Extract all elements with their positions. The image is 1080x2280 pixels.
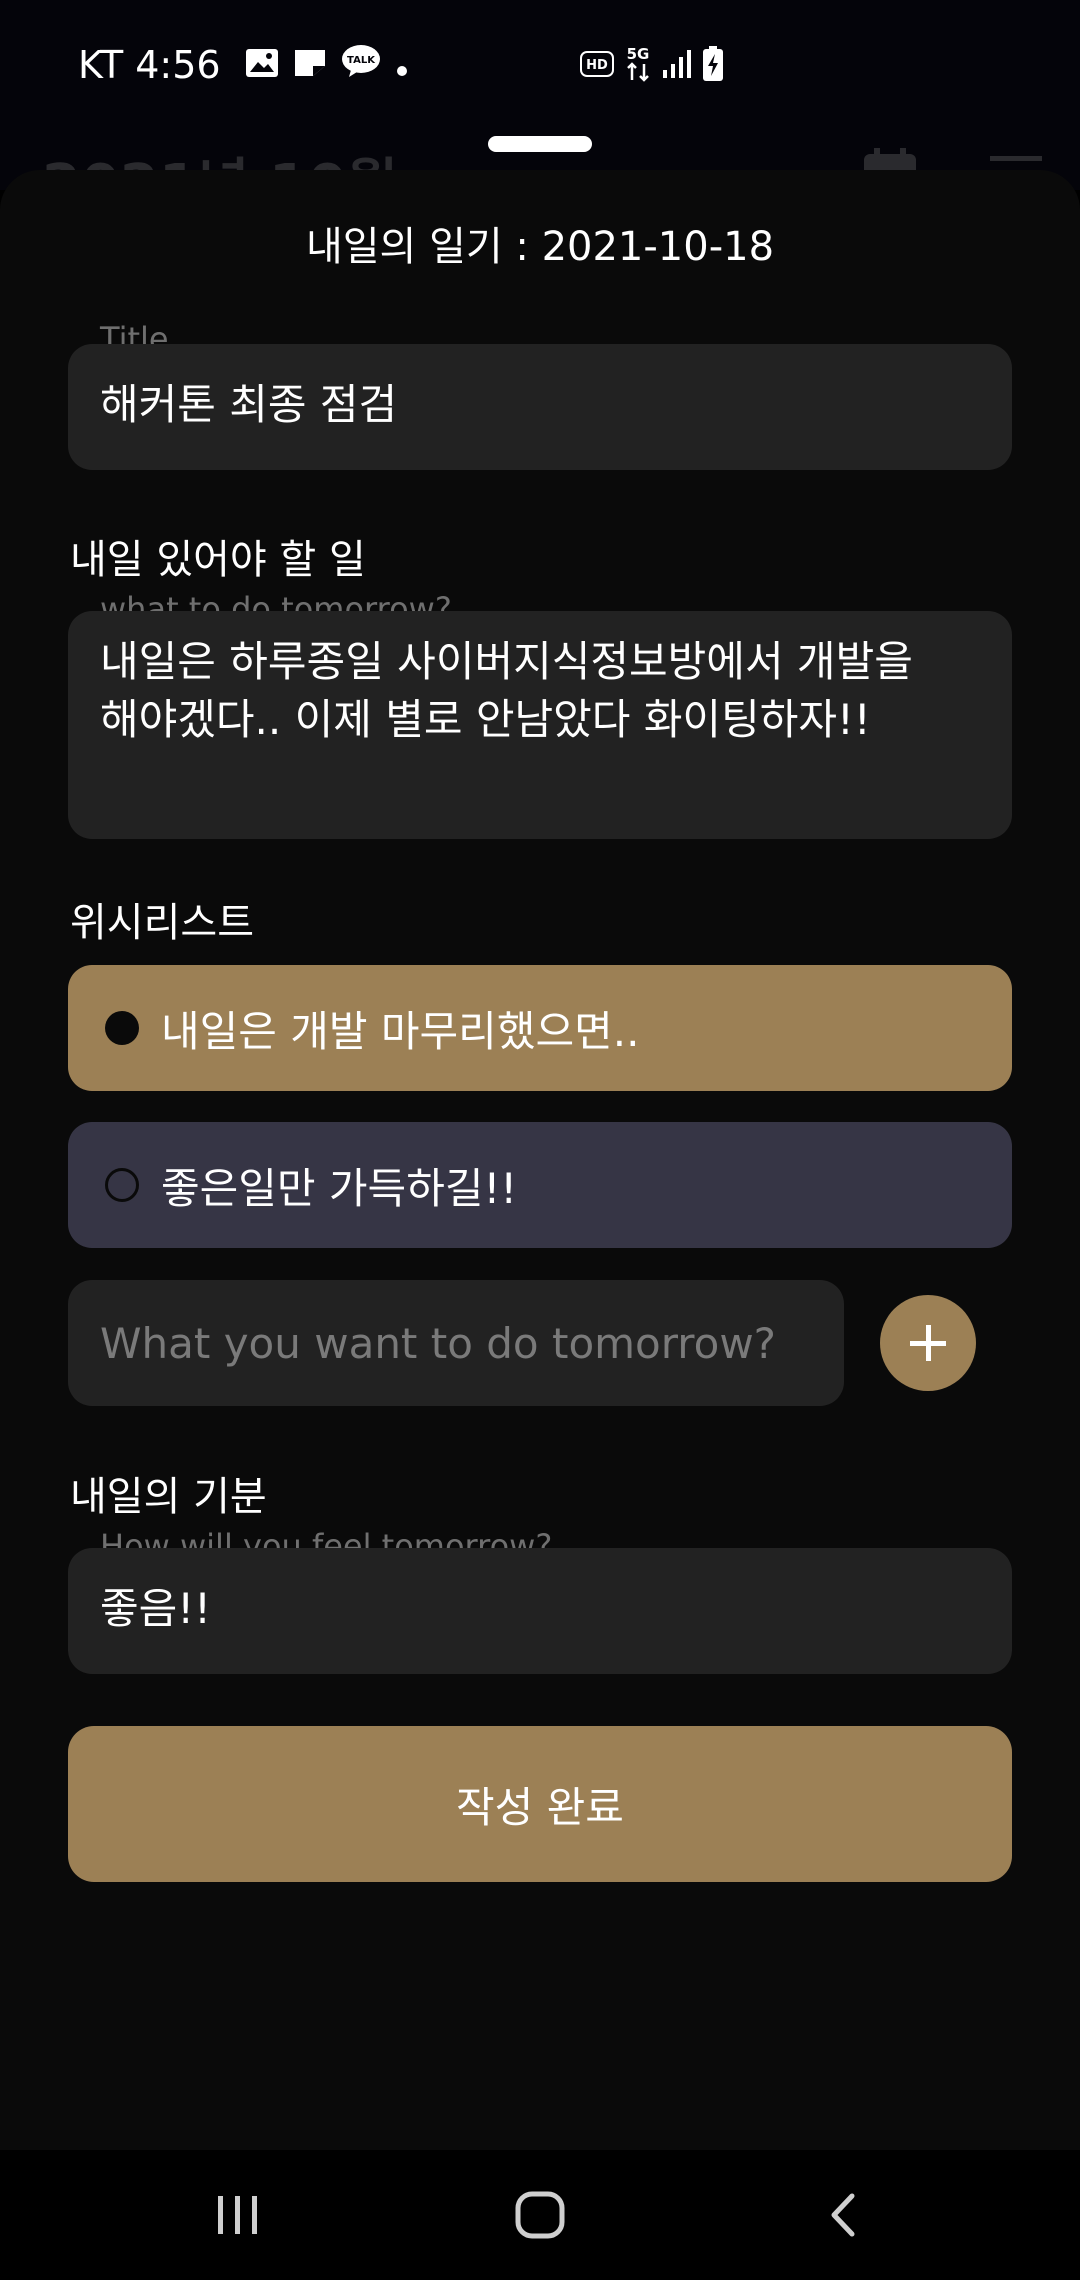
hd-icon: HD — [580, 51, 614, 81]
status-left: KT 4:56 TALK — [78, 40, 409, 90]
wishlist-item[interactable]: 좋은일만 가득하길!! — [68, 1122, 1012, 1248]
diary-bottom-sheet: 내일의 일기 : 2021-10-18 Title 해커톤 최종 점검 내일 있… — [0, 170, 1080, 2150]
wishlist-heading: 위시리스트 — [70, 900, 254, 946]
back-icon[interactable] — [822, 2190, 862, 2244]
wishlist-item[interactable]: 내일은 개발 마무리했으면.. — [68, 965, 1012, 1091]
todo-textarea[interactable]: 내일은 하루종일 사이버지식정보방에서 개발을 해야겠다.. 이제 별로 안남았… — [68, 611, 1012, 839]
image-icon — [245, 43, 279, 87]
todo-textarea-line-2: 해야겠다.. 이제 별로 안남았다 화이팅하자!! — [100, 695, 871, 744]
todo-section-heading: 내일 있어야 할 일 — [70, 537, 366, 583]
status-bar: KT 4:56 TALK HD 5G — [0, 0, 1080, 130]
radio-checked-icon[interactable] — [105, 1011, 139, 1045]
mood-section-heading: 내일의 기분 — [70, 1474, 267, 1520]
sheet-drag-handle[interactable] — [488, 136, 592, 152]
mood-field-value: 좋음!! — [100, 1584, 211, 1633]
5g-badge-text: 5G — [627, 45, 650, 63]
5g-icon: 5G — [624, 44, 652, 88]
memo-icon — [293, 43, 327, 87]
wishlist-item-text: 내일은 개발 마무리했으면.. — [161, 1006, 640, 1056]
home-icon[interactable] — [514, 2190, 566, 2244]
wishlist-input[interactable] — [68, 1280, 844, 1406]
status-right: HD 5G — [580, 44, 724, 88]
plus-icon — [910, 1325, 946, 1361]
submit-button[interactable]: 작성 완료 — [68, 1726, 1012, 1882]
kakaotalk-icon: TALK — [341, 43, 381, 87]
carrier-time: KT 4:56 — [78, 43, 221, 87]
navigation-bar — [0, 2150, 1080, 2280]
wishlist-item-text: 좋은일만 가득하길!! — [161, 1163, 518, 1213]
recents-icon[interactable] — [214, 2190, 262, 2244]
radio-unchecked-icon[interactable] — [105, 1168, 139, 1202]
dot-icon — [395, 43, 409, 87]
add-wish-button[interactable] — [880, 1295, 976, 1391]
hd-badge-text: HD — [586, 58, 608, 73]
mood-field[interactable]: 좋음!! — [68, 1548, 1012, 1674]
signal-icon — [662, 48, 692, 84]
battery-charging-icon — [702, 46, 724, 86]
title-field-value: 해커톤 최종 점검 — [100, 380, 398, 429]
todo-textarea-line-1: 내일은 하루종일 사이버지식정보방에서 개발을 — [100, 637, 913, 686]
sheet-title: 내일의 일기 : 2021-10-18 — [305, 224, 775, 270]
talk-badge-text: TALK — [347, 55, 376, 66]
title-field[interactable]: 해커톤 최종 점검 — [68, 344, 1012, 470]
